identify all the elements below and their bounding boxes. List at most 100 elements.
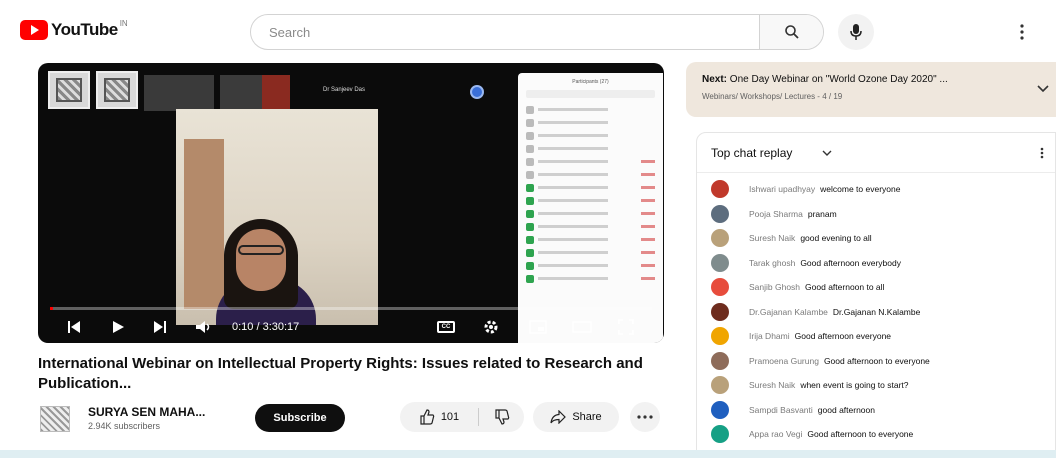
play-icon (113, 321, 124, 333)
player-controls: 0:10 / 3:30:17 CC (38, 311, 664, 343)
avatar[interactable] (711, 302, 729, 321)
participants-panel-title: Participants (27) (572, 79, 609, 85)
chat-text: Good afternoon everyone (794, 331, 892, 342)
chat-message: Irija Dhami Good afternoon everyone (697, 324, 1055, 349)
chat-message: Sampdi Basvanti good afternoon (697, 398, 1055, 423)
logo-text: YouTube (51, 20, 118, 39)
next-video-title: Next: One Day Webinar on "World Ozone Da… (702, 74, 948, 85)
logo-region: IN (119, 18, 128, 28)
more-actions-button[interactable] (630, 402, 660, 432)
channel-name[interactable]: SURYA SEN MAHA... (88, 405, 205, 419)
chat-author[interactable]: Tarak ghosh (749, 258, 795, 268)
search-icon (784, 25, 799, 39)
next-title-text: One Day Webinar on "World Ozone Day 2020… (729, 74, 948, 85)
speaker-video (176, 109, 378, 325)
theater-mode-button[interactable] (572, 317, 592, 337)
avatar[interactable] (711, 425, 729, 444)
settings-menu-button[interactable] (1010, 20, 1034, 44)
chat-text: good afternoon (817, 404, 875, 415)
chat-message: Tarak ghosh Good afternoon everybody (697, 251, 1055, 276)
thumbs-up-icon (420, 409, 435, 425)
progress-bar[interactable] (50, 307, 652, 310)
youtube-logo-icon (20, 20, 48, 40)
youtube-watch-page: YouTube IN Dr Sanjeev Das (0, 0, 1056, 458)
more-vert-icon (1040, 147, 1044, 159)
subscribe-button[interactable]: Subscribe (255, 404, 345, 432)
avatar[interactable] (711, 253, 729, 272)
chat-author[interactable]: Dr.Gajanan Kalambe (749, 307, 828, 317)
search-button[interactable] (759, 15, 823, 49)
share-button[interactable]: Share (533, 402, 619, 432)
video-player[interactable]: Dr Sanjeev Das Participants (27) 0:10 / … (38, 63, 664, 343)
chat-message: Pooja Sharma pranam (697, 202, 1055, 227)
chat-message: Dr.Gajanan Kalambe Dr.Gajanan N.Kalambe (697, 300, 1055, 325)
avatar[interactable] (711, 400, 729, 419)
like-button[interactable]: 101 (400, 402, 478, 432)
avatar[interactable] (711, 376, 729, 395)
chat-text: good evening to all (800, 233, 872, 244)
chat-text: Good afternoon to everyone (807, 429, 914, 440)
chat-messages: Ishwari upadhyay welcome to everyone Pooja… (697, 177, 1055, 447)
search-input[interactable] (251, 15, 756, 49)
top-header: YouTube IN (0, 0, 1056, 62)
chat-author[interactable]: Suresh Naik (749, 380, 795, 390)
chat-author[interactable]: Ishwari upadhyay (749, 184, 815, 194)
chat-header: Top chat replay (697, 133, 1055, 173)
avatar[interactable] (711, 278, 729, 297)
skip-next-icon (154, 321, 166, 333)
chat-text: Good afternoon everybody (800, 257, 901, 268)
participant-thumbnail (96, 71, 138, 109)
chat-author[interactable]: Pooja Sharma (749, 209, 803, 219)
miniplayer-button[interactable] (528, 317, 548, 337)
voice-search-button[interactable] (838, 14, 874, 50)
chevron-down-icon (1037, 85, 1049, 93)
progress-fill (50, 307, 53, 310)
playlist-subtitle: Webinars/ Workshops/ Lectures - 4 / 19 (702, 92, 843, 101)
captions-button[interactable]: CC (436, 317, 456, 337)
chat-mode-selector[interactable]: Top chat replay (711, 146, 792, 160)
chat-menu-button[interactable] (1035, 145, 1049, 161)
settings-button[interactable] (481, 317, 501, 337)
play-button[interactable] (108, 317, 128, 337)
time-display: 0:10 / 3:30:17 (232, 321, 300, 333)
participant-thumbnail (48, 71, 90, 109)
chat-message: Appa rao Vegi Good afternoon to everyone (697, 422, 1055, 447)
previous-button[interactable] (64, 317, 84, 337)
gear-icon (484, 320, 498, 334)
youtube-logo[interactable]: YouTube IN (20, 18, 128, 40)
next-button[interactable] (150, 317, 170, 337)
chat-replay-panel: Top chat replay Ishwari upadhyay welcome … (696, 132, 1056, 458)
chat-text: when event is going to start? (800, 380, 909, 391)
chat-text: Dr.Gajanan N.Kalambe (832, 306, 921, 317)
avatar[interactable] (711, 351, 729, 370)
chat-author[interactable]: Irija Dhami (749, 331, 790, 341)
participant-name: Dr Sanjeev Das (323, 87, 366, 93)
chat-message: Suresh Naik when event is going to start? (697, 373, 1055, 398)
chat-author[interactable]: Appa rao Vegi (749, 429, 802, 439)
like-count: 101 (440, 411, 460, 423)
chat-author[interactable]: Pramoena Gurung (749, 356, 819, 366)
avatar[interactable] (711, 204, 729, 223)
chat-author[interactable]: Sampdi Basvanti (749, 405, 813, 415)
chat-author[interactable]: Sanjib Ghosh (749, 282, 800, 292)
expand-playlist-button[interactable] (1034, 80, 1052, 98)
fullscreen-button[interactable] (616, 317, 636, 337)
share-icon (550, 410, 567, 424)
avatar[interactable] (711, 229, 729, 248)
dislike-button[interactable] (480, 402, 524, 432)
mic-icon (850, 24, 862, 40)
avatar[interactable] (711, 327, 729, 346)
avatar[interactable] (711, 180, 729, 199)
skip-previous-icon (68, 321, 80, 333)
chat-text: Good afternoon to everyone (823, 355, 930, 366)
meeting-status-icon (470, 85, 484, 99)
chevron-down-icon[interactable] (821, 147, 833, 159)
miniplayer-icon (529, 320, 547, 334)
chat-author[interactable]: Suresh Naik (749, 233, 795, 243)
theater-icon (572, 321, 592, 333)
playlist-next-panel[interactable]: Next: One Day Webinar on "World Ozone Da… (686, 62, 1056, 117)
volume-button[interactable] (194, 317, 214, 337)
channel-avatar[interactable] (40, 406, 70, 432)
fullscreen-icon (618, 319, 634, 335)
video-title: International Webinar on Intellectual Pr… (38, 355, 643, 392)
